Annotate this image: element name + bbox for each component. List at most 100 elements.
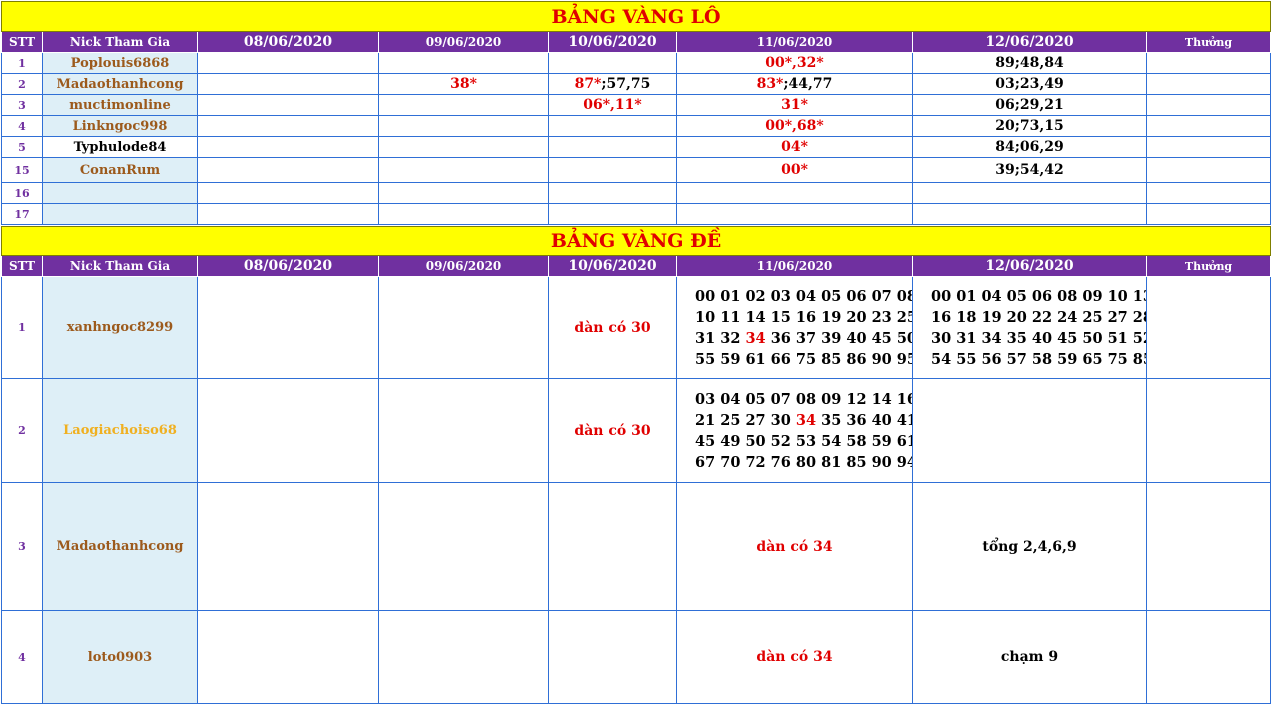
data-cell[interactable] bbox=[197, 94, 379, 116]
data-cell[interactable] bbox=[378, 157, 549, 183]
data-cell[interactable] bbox=[197, 73, 379, 95]
nick-cell[interactable]: Typhulode84 bbox=[42, 136, 198, 158]
data-cell[interactable] bbox=[197, 378, 379, 483]
data-cell[interactable]: 31* bbox=[676, 94, 913, 116]
data-cell[interactable] bbox=[197, 482, 379, 611]
number-line: 45 49 50 52 53 54 58 59 61 63 bbox=[695, 432, 912, 450]
data-cell[interactable] bbox=[197, 203, 379, 225]
data-cell[interactable] bbox=[548, 52, 677, 74]
number-set-cell[interactable]: 03 04 05 07 08 09 12 14 16 18 21 25 27 3… bbox=[676, 378, 913, 483]
data-cell[interactable]: 83*;44,77 bbox=[676, 73, 913, 95]
data-cell[interactable] bbox=[912, 378, 1147, 483]
header-stt: STT bbox=[1, 31, 43, 53]
data-cell[interactable] bbox=[378, 482, 549, 611]
data-cell[interactable] bbox=[378, 115, 549, 137]
data-cell[interactable] bbox=[912, 182, 1147, 204]
header-nick: Nick Tham Gia bbox=[42, 31, 198, 53]
data-cell[interactable] bbox=[548, 203, 677, 225]
data-cell[interactable] bbox=[378, 182, 549, 204]
data-cell[interactable]: chạm 9 bbox=[912, 610, 1147, 704]
header-reward: Thưởng bbox=[1145, 31, 1271, 53]
number-line: 54 55 56 57 58 59 65 75 85 95 bbox=[931, 350, 1146, 368]
reward-cell[interactable] bbox=[1145, 182, 1271, 204]
data-cell[interactable] bbox=[378, 378, 549, 483]
data-cell[interactable] bbox=[378, 52, 549, 74]
reward-cell[interactable] bbox=[1145, 378, 1271, 483]
data-cell[interactable]: 06;29,21 bbox=[912, 94, 1147, 116]
nick-cell[interactable]: ConanRum bbox=[42, 157, 198, 183]
reward-cell[interactable] bbox=[1145, 136, 1271, 158]
nick-cell[interactable] bbox=[42, 182, 198, 204]
data-cell[interactable]: 84;06,29 bbox=[912, 136, 1147, 158]
data-cell[interactable] bbox=[197, 610, 379, 704]
data-cell[interactable]: 87*;57,75 bbox=[548, 73, 677, 95]
data-cell[interactable]: 20;73,15 bbox=[912, 115, 1147, 137]
number-line: 31 32 34 36 37 39 40 45 50 54 bbox=[695, 328, 912, 349]
data-cell[interactable] bbox=[378, 276, 549, 379]
data-cell[interactable] bbox=[548, 182, 677, 204]
table-row: 3 muctimonline 06*,11* 31* 06;29,21 bbox=[1, 94, 1271, 116]
data-cell[interactable]: 00*,32* bbox=[676, 52, 913, 74]
data-cell[interactable]: dàn có 34 bbox=[676, 610, 913, 704]
number-set-cell[interactable]: 00 01 04 05 06 08 09 10 13 15 16 18 19 2… bbox=[912, 276, 1147, 379]
nick-cell[interactable]: Linkngoc998 bbox=[42, 115, 198, 137]
data-cell[interactable] bbox=[676, 203, 913, 225]
nick-cell[interactable]: Poplouis6868 bbox=[42, 52, 198, 74]
reward-cell[interactable] bbox=[1145, 52, 1271, 74]
data-cell[interactable]: 06*,11* bbox=[548, 94, 677, 116]
reward-cell[interactable] bbox=[1145, 276, 1271, 379]
reward-cell[interactable] bbox=[1145, 73, 1271, 95]
nick-cell[interactable]: Madaothanhcong bbox=[42, 482, 198, 611]
nick-cell[interactable]: Madaothanhcong bbox=[42, 73, 198, 95]
data-cell[interactable] bbox=[378, 203, 549, 225]
data-cell[interactable]: dàn có 30 bbox=[548, 276, 677, 379]
data-cell[interactable] bbox=[548, 610, 677, 704]
data-cell[interactable]: 89;48,84 bbox=[912, 52, 1147, 74]
reward-cell[interactable] bbox=[1145, 203, 1271, 225]
data-cell[interactable] bbox=[548, 482, 677, 611]
reward-cell[interactable] bbox=[1145, 94, 1271, 116]
stt-cell: 4 bbox=[1, 610, 43, 704]
data-cell[interactable]: dàn có 30 bbox=[548, 378, 677, 483]
data-cell[interactable] bbox=[197, 182, 379, 204]
data-cell[interactable] bbox=[548, 115, 677, 137]
number-line: 67 70 72 76 80 81 85 90 94 95 bbox=[695, 453, 912, 471]
prediction-hit: 87* bbox=[574, 76, 602, 92]
data-cell[interactable]: dàn có 34 bbox=[676, 482, 913, 611]
nick-cell[interactable]: loto0903 bbox=[42, 610, 198, 704]
data-cell[interactable] bbox=[197, 52, 379, 74]
data-cell[interactable]: 38* bbox=[378, 73, 549, 95]
stt-cell: 1 bbox=[1, 52, 43, 74]
data-cell[interactable] bbox=[197, 115, 379, 137]
table-row: 2 Madaothanhcong 38* 87*;57,75 83*;44,77… bbox=[1, 73, 1271, 95]
data-cell[interactable] bbox=[197, 136, 379, 158]
data-cell[interactable]: 00*,68* bbox=[676, 115, 913, 137]
data-cell[interactable]: 03;23,49 bbox=[912, 73, 1147, 95]
data-cell[interactable]: 00* bbox=[676, 157, 913, 183]
number-set-cell[interactable]: 00 01 02 03 04 05 06 07 08 09 10 11 14 1… bbox=[676, 276, 913, 379]
data-cell[interactable] bbox=[548, 136, 677, 158]
data-cell[interactable] bbox=[197, 276, 379, 379]
data-cell[interactable] bbox=[378, 136, 549, 158]
data-cell[interactable] bbox=[676, 182, 913, 204]
stt-cell: 17 bbox=[1, 203, 43, 225]
nick-cell[interactable]: Laogiachoiso68 bbox=[42, 378, 198, 483]
prediction-rest: ;44,77 bbox=[783, 76, 833, 92]
spreadsheet: BẢNG VÀNG LÔ STT Nick Tham Gia 08/06/202… bbox=[0, 0, 1271, 705]
nick-cell[interactable]: xanhngoc8299 bbox=[42, 276, 198, 379]
table-row: 5 Typhulode84 04* 84;06,29 bbox=[1, 136, 1271, 158]
data-cell[interactable] bbox=[548, 157, 677, 183]
nick-cell[interactable] bbox=[42, 203, 198, 225]
reward-cell[interactable] bbox=[1145, 157, 1271, 183]
data-cell[interactable]: 04* bbox=[676, 136, 913, 158]
data-cell[interactable] bbox=[912, 203, 1147, 225]
reward-cell[interactable] bbox=[1145, 610, 1271, 704]
reward-cell[interactable] bbox=[1145, 482, 1271, 611]
data-cell[interactable] bbox=[197, 157, 379, 183]
data-cell[interactable]: 39;54,42 bbox=[912, 157, 1147, 183]
nick-cell[interactable]: muctimonline bbox=[42, 94, 198, 116]
data-cell[interactable] bbox=[378, 610, 549, 704]
reward-cell[interactable] bbox=[1145, 115, 1271, 137]
data-cell[interactable]: tổng 2,4,6,9 bbox=[912, 482, 1147, 611]
data-cell[interactable] bbox=[378, 94, 549, 116]
